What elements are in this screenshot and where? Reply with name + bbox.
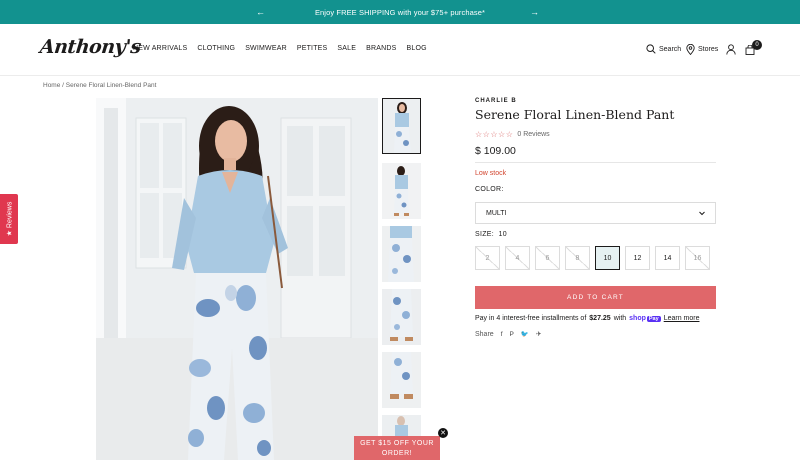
- rating-stars[interactable]: ☆☆☆☆☆ 0 Reviews: [475, 130, 550, 139]
- star-icon: ★: [6, 230, 14, 237]
- nav-item-swimwear[interactable]: SWIMWEAR: [245, 45, 287, 52]
- size-option-8[interactable]: 8: [565, 246, 590, 270]
- announcement-text: Enjoy FREE SHIPPING with your $75+ purch…: [314, 7, 486, 17]
- size-option-12[interactable]: 12: [625, 246, 650, 270]
- facebook-icon[interactable]: f: [501, 331, 503, 338]
- nav-item-clothing[interactable]: CLOTHING: [197, 45, 235, 52]
- promo-button[interactable]: GET $15 OFF YOUR ORDER!: [354, 436, 440, 460]
- user-icon: [726, 44, 736, 55]
- cart-count-badge: 0: [752, 40, 762, 50]
- product-brand[interactable]: CHARLIE B: [475, 98, 517, 104]
- email-share-icon[interactable]: ✈: [536, 330, 541, 338]
- reviews-side-tab[interactable]: ★ Reviews: [0, 194, 18, 244]
- installments-amount: $27.25: [589, 315, 611, 322]
- installments-text: Pay in 4 interest-free installments of: [475, 315, 587, 322]
- size-option-6[interactable]: 6: [535, 246, 560, 270]
- announcement-bar: ← Enjoy FREE SHIPPING with your $75+ pur…: [0, 0, 800, 24]
- reviews-tab-label: Reviews: [5, 201, 13, 229]
- review-count: 0 Reviews: [517, 131, 550, 138]
- size-option-10[interactable]: 10: [595, 246, 620, 270]
- main-nav: NEW ARRIVALS CLOTHING SWIMWEAR PETITES S…: [133, 45, 427, 52]
- thumbnail-5[interactable]: [382, 352, 421, 408]
- stock-status: Low stock: [475, 170, 507, 177]
- chevron-down-icon: [699, 211, 705, 216]
- nav-item-blog[interactable]: BLOG: [407, 45, 427, 52]
- share-row: Share f P 🐦 ✈: [475, 330, 541, 339]
- thumbnail-photo: [382, 163, 421, 219]
- thumbnail-photo: [383, 99, 420, 153]
- stores-label: Stores: [698, 46, 719, 53]
- color-select[interactable]: MULTI: [475, 202, 716, 224]
- pinterest-icon[interactable]: P: [510, 331, 514, 338]
- size-option-2[interactable]: 2: [475, 246, 500, 270]
- product-photo: [96, 98, 378, 460]
- thumbnail-1[interactable]: [382, 98, 421, 154]
- installments-with: with: [613, 315, 627, 322]
- product-price: $ 109.00: [475, 145, 516, 157]
- star-rating-icon: ☆☆☆☆☆: [475, 130, 514, 139]
- nav-item-petites[interactable]: PETITES: [297, 45, 328, 52]
- share-label: Share: [475, 330, 494, 338]
- search-icon: [646, 44, 656, 54]
- search-label: Search: [659, 45, 682, 53]
- thumbnail-photo: [382, 352, 421, 408]
- nav-item-brands[interactable]: BRANDS: [366, 45, 396, 52]
- logo[interactable]: Anthony's: [39, 36, 142, 58]
- add-to-cart-button[interactable]: ADD TO CART: [475, 286, 716, 309]
- thumbnail-4[interactable]: [382, 289, 421, 345]
- arrow-right-icon[interactable]: →: [530, 6, 539, 18]
- thumbnail-photo: [382, 289, 421, 345]
- search-button[interactable]: Search: [646, 44, 681, 54]
- nav-item-sale[interactable]: SALE: [337, 45, 356, 52]
- breadcrumb[interactable]: Home / Serene Floral Linen-Blend Pant: [43, 82, 156, 89]
- size-option-4[interactable]: 4: [505, 246, 530, 270]
- size-option-14[interactable]: 14: [655, 246, 680, 270]
- thumbnail-photo: [382, 226, 421, 282]
- size-label: SIZE:: [475, 231, 495, 238]
- account-button[interactable]: [726, 44, 736, 55]
- arrow-left-icon[interactable]: ←: [256, 6, 265, 18]
- divider: [475, 162, 716, 163]
- size-label-row: SIZE: 10: [475, 231, 507, 238]
- learn-more-link[interactable]: Learn more: [664, 315, 700, 322]
- nav-item-new-arrivals[interactable]: NEW ARRIVALS: [133, 45, 187, 52]
- color-label: COLOR:: [475, 186, 504, 193]
- stores-button[interactable]: Stores: [686, 44, 718, 55]
- color-select-value: MULTI: [486, 209, 507, 217]
- shop-pay-pay: Pay: [646, 315, 661, 322]
- location-pin-icon: [686, 44, 695, 55]
- shop-pay-logo: shop Pay: [629, 315, 661, 322]
- close-icon[interactable]: ✕: [438, 428, 448, 438]
- twitter-icon[interactable]: 🐦: [521, 330, 529, 338]
- shop-pay-shop: shop: [629, 315, 646, 322]
- size-selected-value: 10: [498, 231, 507, 238]
- product-title: Serene Floral Linen-Blend Pant: [475, 107, 675, 122]
- size-option-16[interactable]: 16: [685, 246, 710, 270]
- main-product-image[interactable]: [96, 98, 378, 460]
- thumbnail-3[interactable]: [382, 226, 421, 282]
- thumbnail-2[interactable]: [382, 163, 421, 219]
- installments-info: Pay in 4 interest-free installments of $…: [475, 315, 699, 322]
